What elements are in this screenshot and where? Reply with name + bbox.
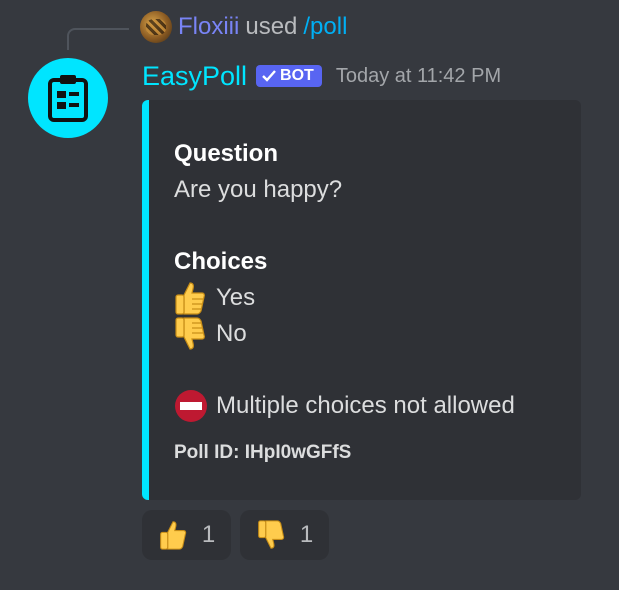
reply-used-text: used	[245, 13, 298, 40]
choices-title: Choices	[174, 248, 268, 275]
choice-label: No	[216, 320, 247, 347]
clipboard-icon	[48, 75, 88, 122]
reply-username[interactable]: Floxiii	[178, 13, 239, 41]
thumbs-down-icon	[174, 316, 216, 352]
no-entry-icon	[174, 388, 216, 424]
choice-item: No	[174, 316, 571, 352]
question-title: Question	[174, 140, 279, 167]
poll-id-footer: Poll ID: IHpI0wGFfS	[174, 442, 352, 463]
note-text: Multiple choices not allowed	[216, 392, 515, 419]
bot-avatar[interactable]	[28, 58, 108, 138]
thumbs-up-icon	[174, 280, 216, 316]
reaction-count: 1	[299, 521, 314, 548]
message-header: EasyPoll BOT Today at 11:42 PM	[142, 58, 501, 94]
bot-badge: BOT	[256, 65, 322, 87]
thumbs-up-icon	[159, 521, 187, 550]
check-icon	[262, 70, 276, 82]
poll-embed: Question Are you happy? Choices Yes No M…	[142, 100, 581, 500]
author-name[interactable]: EasyPoll	[142, 61, 247, 92]
timestamp[interactable]: Today at 11:42 PM	[336, 65, 501, 88]
choice-item: Yes	[174, 280, 571, 316]
reactions-bar: 1 1	[142, 510, 329, 560]
reply-connector	[67, 28, 129, 50]
multiple-choice-note: Multiple choices not allowed	[174, 388, 571, 424]
reaction-thumbs-down[interactable]: 1	[240, 510, 329, 560]
reaction-count: 1	[201, 521, 216, 548]
cat-avatar-icon[interactable]	[140, 11, 172, 43]
reaction-thumbs-up[interactable]: 1	[142, 510, 231, 560]
reply-command[interactable]: /poll	[303, 13, 347, 41]
reply-context[interactable]: Floxiii used /poll	[140, 10, 347, 44]
thumbs-down-icon	[257, 520, 285, 549]
bot-badge-label: BOT	[280, 67, 314, 84]
question-text: Are you happy?	[174, 176, 343, 203]
choice-label: Yes	[216, 284, 256, 311]
